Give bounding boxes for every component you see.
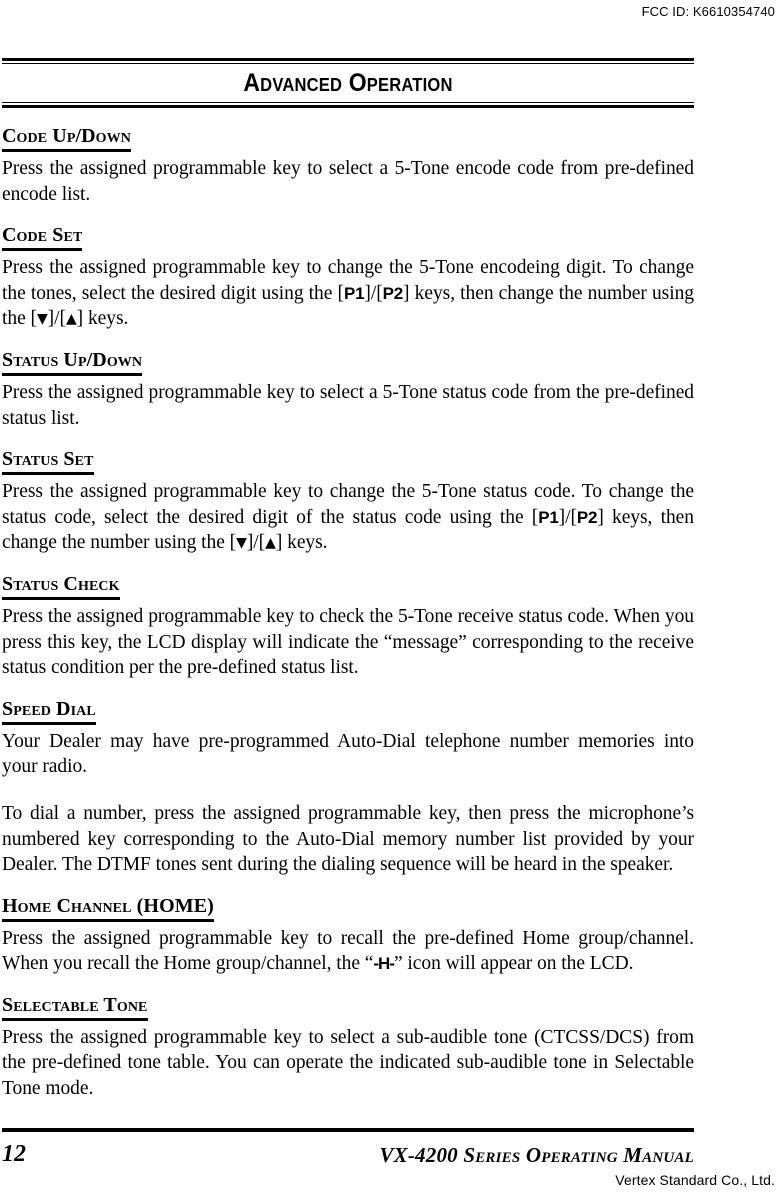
document-page: FCC ID: K6610354740 Advanced Operation C… (0, 0, 783, 1201)
section-code-up-down: Code Up/Down Press the assigned programm… (2, 125, 694, 207)
paragraph-text-part: ” icon will appear on the LCD. (393, 953, 634, 975)
paren-close: ) (207, 894, 214, 917)
section-heading: Speed Dial (2, 698, 96, 725)
section-code-set: Code Set Press the assigned programmable… (2, 224, 694, 332)
section-heading: Code Set (2, 224, 83, 252)
section-heading: Status Set (2, 448, 94, 476)
section-paragraph: Press the assigned programmable key to c… (2, 605, 694, 679)
page-footer: 12 VX-4200 Series Operating Manual (2, 1128, 694, 1170)
section-status-set: Status Set Press the assigned programmab… (2, 448, 694, 556)
manual-model: VX-4200 (379, 1143, 458, 1167)
manual-title-rest: Series Operating Manual (457, 1143, 694, 1167)
arrow-down-icon: ▼ (36, 311, 48, 328)
section-heading: Home Channel (HOME) (2, 895, 214, 922)
fcc-id-label: FCC ID: K6610354740 (641, 4, 775, 19)
section-status-up-down: Status Up/Down Press the assigned progra… (2, 349, 694, 431)
page-content: Advanced Operation Code Up/Down Press th… (2, 58, 694, 1102)
key-p2-label: P2 (382, 283, 404, 303)
chapter-title-banner: Advanced Operation (2, 58, 694, 108)
chapter-title: Advanced Operation (243, 69, 453, 97)
paragraph-text-part: keys. (83, 308, 129, 330)
footer-row: 12 VX-4200 Series Operating Manual (2, 1140, 694, 1170)
section-speed-dial: Speed Dial Your Dealer may have pre-prog… (2, 698, 694, 878)
section-heading: Selectable Tone (2, 994, 148, 1021)
section-heading-paren: (HOME) (132, 895, 214, 917)
key-p1-label: P1 (538, 507, 559, 527)
key-p2-label: P2 (576, 507, 598, 527)
section-paragraph: Press the assigned programmable key to c… (2, 255, 694, 332)
company-name: Vertex Standard Co., Ltd. (615, 1172, 775, 1188)
section-heading: Code Up/Down (2, 125, 131, 152)
section-paragraph: Press the assigned programmable key to s… (2, 1026, 694, 1100)
section-paragraph: Your Dealer may have pre-programmed Auto… (2, 730, 694, 778)
paragraph-text-part: keys. (282, 532, 328, 554)
section-paragraph: Press the assigned programmable key to s… (2, 158, 694, 205)
arrow-up-icon: ▲ (265, 535, 276, 552)
page-number: 12 (2, 1141, 26, 1167)
home-label: HOME (143, 894, 208, 917)
section-paragraph: Press the assigned programmable key to r… (2, 926, 694, 977)
footer-rule (2, 1128, 694, 1132)
arrow-up-icon: ▲ (65, 311, 77, 328)
arrow-down-icon: ▼ (236, 535, 247, 552)
section-selectable-tone: Selectable Tone Press the assigned progr… (2, 994, 694, 1102)
section-heading-main: Home Channel (2, 894, 132, 917)
section-paragraph: To dial a number, press the assigned pro… (2, 802, 694, 876)
lcd-home-icon: -H- (373, 954, 395, 974)
section-paragraph: Press the assigned programmable key to c… (2, 479, 694, 556)
key-p1-label: P1 (343, 283, 365, 303)
section-status-check: Status Check Press the assigned programm… (2, 573, 694, 681)
section-heading: Status Up/Down (2, 349, 143, 376)
section-paragraph: Press the assigned programmable key to s… (2, 381, 694, 429)
section-heading: Status Check (2, 573, 120, 600)
manual-title: VX-4200 Series Operating Manual (379, 1142, 694, 1168)
section-home-channel: Home Channel (HOME) Press the assigned p… (2, 895, 694, 977)
banner-bottom-rule-thick (2, 105, 694, 108)
